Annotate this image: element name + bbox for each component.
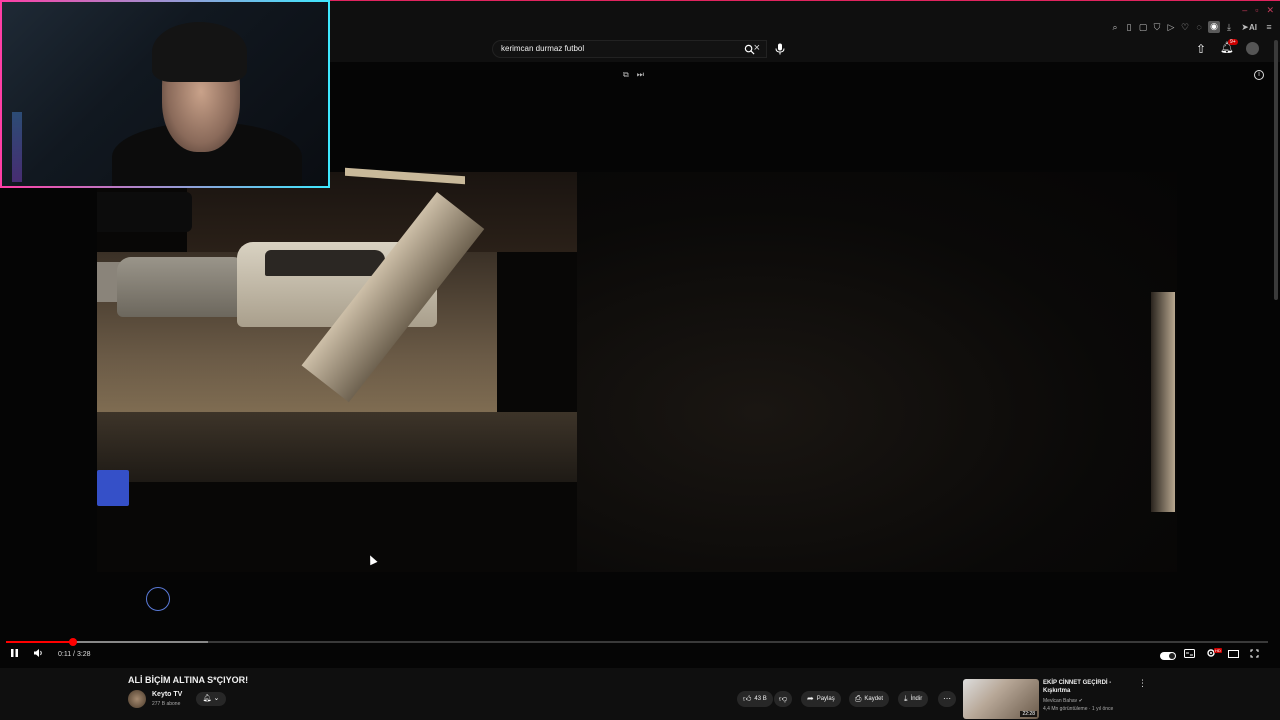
video-mirror [97, 192, 192, 232]
time-display: 0:11 / 3:28 [58, 651, 91, 658]
account-avatar[interactable] [1246, 42, 1259, 55]
skip-icon[interactable]: ⏭ [637, 70, 644, 80]
video-right-edge [1151, 292, 1175, 512]
bookmark-icon: ⎙ [855, 694, 862, 703]
fullscreen-icon [1250, 649, 1259, 658]
volume-button[interactable] [33, 648, 44, 664]
channel-name[interactable]: Keyto TV [152, 691, 182, 698]
video-car-screen [97, 470, 129, 506]
video-dark-interior [577, 172, 1177, 572]
download-icon[interactable]: ⤓ [1224, 22, 1234, 32]
bookmark-icon[interactable]: ▯ [1124, 22, 1134, 32]
pause-button[interactable] [10, 648, 19, 664]
video-frame [97, 167, 1177, 572]
recommended-menu-icon[interactable]: ⋮ [1138, 678, 1147, 689]
share-label: Paylaş [816, 696, 835, 702]
ai-button[interactable]: ➤AI [1238, 22, 1260, 32]
more-icon: ⋯ [943, 694, 951, 703]
subtitles-button[interactable] [1184, 648, 1195, 664]
bell-icon: 🔔︎ [202, 695, 212, 702]
theater-mode-button[interactable] [1228, 648, 1239, 664]
recommended-title[interactable]: EKİP CİNNET GEÇİRDİ - Kışkırtma [1043, 679, 1133, 695]
thumbs-up-icon: 👍︎ [743, 694, 752, 703]
close-window-button[interactable]: ✕ [1266, 5, 1274, 16]
search-button[interactable] [739, 39, 759, 59]
chevron-down-icon: ⌄ [213, 695, 220, 702]
save-label: Kaydet [864, 696, 884, 702]
pause-icon [11, 649, 18, 657]
recommended-duration: 22:28 [1020, 711, 1037, 717]
maximize-button[interactable]: ▫ [1255, 5, 1258, 16]
share-button[interactable]: ➦ Paylaş [801, 691, 841, 707]
video-title: ALİ BİÇİM ALTINA S*ÇIYOR! [128, 675, 249, 685]
webcam-light [12, 112, 22, 182]
webcam-person-hair [152, 22, 247, 82]
zoom-icon[interactable]: ⌕ [1110, 22, 1120, 32]
recommended-thumbnail[interactable]: 22:28 [963, 679, 1039, 719]
channel-avatar[interactable] [128, 690, 146, 708]
voice-search-button[interactable] [770, 39, 790, 59]
upload-icon[interactable]: ⇧ [1196, 42, 1206, 56]
play-icon[interactable]: ▷ [1166, 22, 1176, 32]
recommended-meta: 4,4 Mn görüntüleme · 1 yıl önce [1043, 706, 1114, 712]
progress-played [6, 641, 73, 643]
info-icon[interactable]: i [1254, 70, 1264, 80]
subscriber-count: 277 B abone [152, 701, 181, 707]
youtube-header: kerimcan durmaz futbol × ⇧ 🔔︎ 9+ [330, 36, 1280, 62]
heart-icon[interactable]: ♡ [1180, 22, 1190, 32]
microphone-icon [775, 43, 785, 55]
share-icon: ➦ [807, 694, 814, 703]
shield-icon[interactable]: ⛉ [1152, 22, 1162, 32]
quality-badge: HD [1214, 648, 1222, 653]
notification-badge: 9+ [1228, 39, 1238, 45]
save-button[interactable]: ⎙ Kaydet [849, 691, 890, 707]
chat-icon[interactable]: ◌ [1194, 22, 1204, 32]
progress-bar[interactable] [6, 638, 1268, 646]
download-button[interactable]: ⤓ İndir [898, 691, 929, 707]
like-count: 43 B [754, 696, 767, 702]
window-controls: – ▫ ✕ [1242, 5, 1274, 16]
miniplayer-icon[interactable]: ⧉ [623, 70, 629, 80]
send-icon: ➤ [1241, 22, 1249, 32]
search-input[interactable]: kerimcan durmaz futbol × [492, 40, 767, 58]
dislike-button[interactable]: 👎︎ [774, 691, 793, 707]
video-details: ALİ BİÇİM ALTINA S*ÇIYOR! Keyto TV 277 B… [0, 668, 1280, 720]
fullscreen-button[interactable] [1250, 648, 1259, 664]
verified-icon: ✔ [1078, 698, 1083, 704]
video-dashboard [97, 412, 577, 482]
player-top-icons: ⧉ ⏭ [623, 70, 644, 80]
download-icon: ⤓ [904, 694, 908, 703]
browser-extension-icons: ⌕ ▯ ▢ ⛉ ▷ ♡ ◌ ◉ ⤓ ➤AI ≡ [1110, 21, 1274, 33]
like-button[interactable]: 👍︎ 43 B [737, 691, 773, 707]
search-query: kerimcan durmaz futbol [501, 44, 585, 53]
subscribed-bell-button[interactable]: 🔔︎ ⌄ [196, 692, 226, 706]
subtitles-icon [1184, 649, 1195, 658]
menu-icon[interactable]: ≡ [1264, 22, 1274, 32]
video-car-knob [146, 587, 170, 611]
volume-icon [34, 649, 42, 657]
video-silver-car [117, 257, 247, 317]
thumbs-down-icon: 👎︎ [779, 694, 788, 703]
progress-scrubber[interactable] [68, 638, 77, 646]
theater-icon [1228, 650, 1239, 658]
extension-active-icon[interactable]: ◉ [1208, 21, 1220, 33]
page-scrollbar[interactable] [1274, 40, 1278, 300]
search-icon [744, 44, 755, 55]
autoplay-toggle[interactable] [1160, 652, 1176, 660]
video-car-window [265, 250, 385, 276]
download-label: İndir [910, 696, 923, 702]
minimize-button[interactable]: – [1242, 5, 1247, 16]
recommended-channel[interactable]: Mevlcan Bahav ✔ [1043, 698, 1083, 704]
streamer-webcam [0, 0, 330, 188]
player-controls: 0:11 / 3:28 HD [0, 648, 1280, 664]
more-actions-button[interactable]: ⋯ [938, 691, 956, 707]
screenshot-icon[interactable]: ▢ [1138, 22, 1148, 32]
